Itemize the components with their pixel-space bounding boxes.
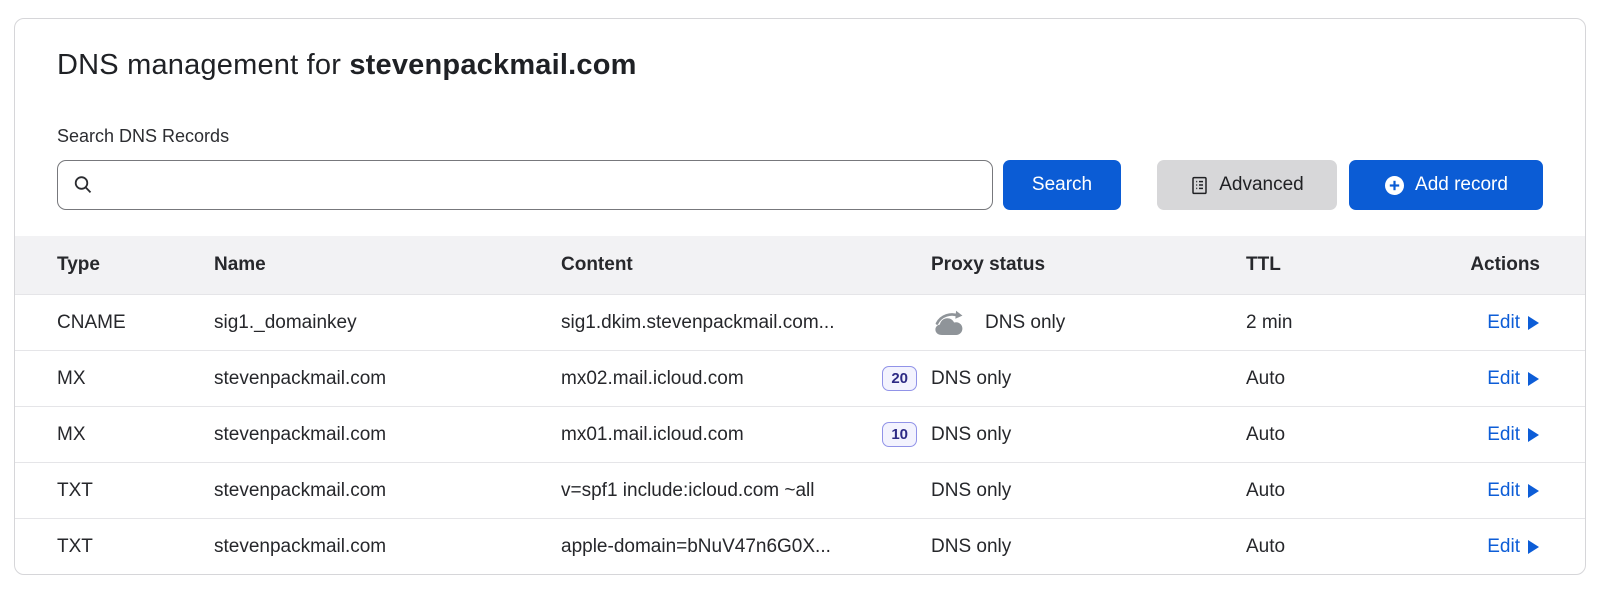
column-header-actions: Actions — [1470, 254, 1540, 276]
proxy-status-text: DNS only — [931, 480, 1011, 502]
record-content: v=spf1 include:icloud.com ~all — [561, 480, 814, 502]
edit-arrow-icon — [1527, 427, 1540, 443]
edit-link-label: Edit — [1487, 424, 1520, 446]
dns-management-card: DNS management for stevenpackmail.com Se… — [14, 18, 1586, 575]
table-row: TXT stevenpackmail.com v=spf1 include:ic… — [15, 462, 1585, 518]
edit-link-label: Edit — [1487, 312, 1520, 334]
record-name: stevenpackmail.com — [214, 536, 561, 558]
table-row: TXT stevenpackmail.com apple-domain=bNuV… — [15, 518, 1585, 574]
priority-badge: 20 — [882, 366, 917, 392]
table-row: MX stevenpackmail.com mx02.mail.icloud.c… — [15, 350, 1585, 406]
search-label: Search DNS Records — [57, 126, 1543, 147]
record-type: MX — [57, 368, 214, 390]
column-header-name: Name — [214, 254, 561, 276]
table-row: MX stevenpackmail.com mx01.mail.icloud.c… — [15, 406, 1585, 462]
edit-arrow-icon — [1527, 371, 1540, 387]
record-content: mx01.mail.icloud.com — [561, 424, 744, 446]
edit-record-link[interactable]: Edit — [1487, 536, 1540, 558]
edit-link-label: Edit — [1487, 480, 1520, 502]
page-title-prefix: DNS management for — [57, 49, 349, 81]
table-header-row: Type Name Content Proxy status TTL Actio… — [15, 236, 1585, 294]
search-input[interactable] — [104, 175, 978, 196]
record-ttl: Auto — [1246, 424, 1391, 446]
edit-record-link[interactable]: Edit — [1487, 424, 1540, 446]
advanced-button-label: Advanced — [1219, 174, 1304, 196]
proxy-status-text: DNS only — [931, 424, 1011, 446]
edit-arrow-icon — [1527, 315, 1540, 331]
proxy-status-text: DNS only — [985, 312, 1065, 334]
priority-badge: 10 — [882, 422, 917, 448]
record-type: TXT — [57, 480, 214, 502]
cloud-dns-only-icon — [931, 309, 971, 337]
record-type: TXT — [57, 536, 214, 558]
record-ttl: Auto — [1246, 480, 1391, 502]
search-input-container[interactable] — [57, 160, 993, 210]
record-name: stevenpackmail.com — [214, 480, 561, 502]
record-content: mx02.mail.icloud.com — [561, 368, 744, 390]
record-ttl: Auto — [1246, 368, 1391, 390]
table-row: CNAME sig1._domainkey sig1.dkim.stevenpa… — [15, 294, 1585, 350]
page-title: DNS management for stevenpackmail.com — [57, 49, 1543, 82]
search-icon — [72, 174, 94, 196]
search-toolbar: Search Advanced A — [57, 160, 1543, 210]
record-content: sig1.dkim.stevenpackmail.com... — [561, 312, 835, 334]
proxy-status-text: DNS only — [931, 536, 1011, 558]
add-record-button-label: Add record — [1415, 174, 1508, 196]
edit-arrow-icon — [1527, 539, 1540, 555]
add-record-button[interactable]: Add record — [1349, 160, 1543, 210]
advanced-list-icon — [1190, 176, 1209, 195]
edit-record-link[interactable]: Edit — [1487, 480, 1540, 502]
record-ttl: Auto — [1246, 536, 1391, 558]
page-title-domain: stevenpackmail.com — [349, 49, 636, 81]
column-header-proxy-status: Proxy status — [931, 254, 1246, 276]
search-button[interactable]: Search — [1003, 160, 1121, 210]
edit-arrow-icon — [1527, 483, 1540, 499]
dns-records-table: Type Name Content Proxy status TTL Actio… — [15, 236, 1585, 574]
proxy-status-text: DNS only — [931, 368, 1011, 390]
edit-record-link[interactable]: Edit — [1487, 312, 1540, 334]
column-header-type: Type — [57, 254, 214, 276]
record-type: MX — [57, 424, 214, 446]
column-header-content: Content — [561, 254, 931, 276]
edit-record-link[interactable]: Edit — [1487, 368, 1540, 390]
record-name: sig1._domainkey — [214, 312, 561, 334]
record-content: apple-domain=bNuV47n6G0X... — [561, 536, 831, 558]
edit-link-label: Edit — [1487, 368, 1520, 390]
edit-link-label: Edit — [1487, 536, 1520, 558]
record-name: stevenpackmail.com — [214, 368, 561, 390]
column-header-ttl: TTL — [1246, 254, 1391, 276]
record-type: CNAME — [57, 312, 214, 334]
record-ttl: 2 min — [1246, 312, 1391, 334]
plus-circle-icon — [1384, 175, 1405, 196]
advanced-button[interactable]: Advanced — [1157, 160, 1337, 210]
record-name: stevenpackmail.com — [214, 424, 561, 446]
